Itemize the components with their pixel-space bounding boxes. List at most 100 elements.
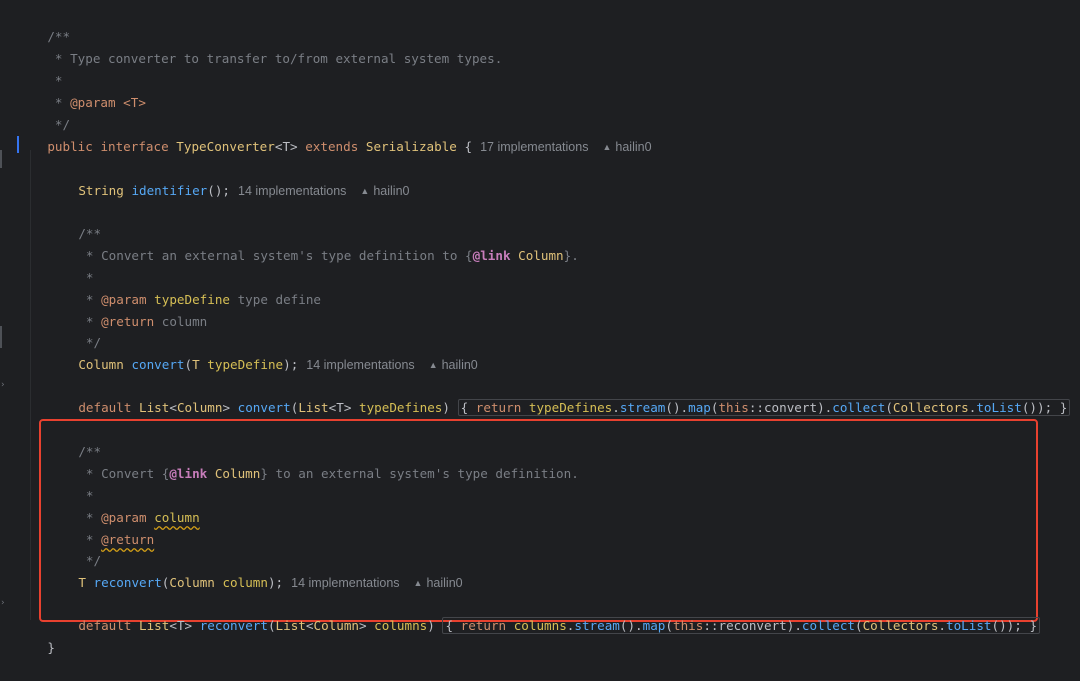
method-name[interactable]: stream xyxy=(620,400,666,415)
implementations-hint[interactable]: 14 implementations xyxy=(238,184,346,198)
code-line: * Type converter to transfer to/from ext… xyxy=(17,26,502,66)
implementations-hint[interactable]: 14 implementations xyxy=(306,358,414,372)
punctuation: ). xyxy=(786,618,802,633)
code-line: * xyxy=(48,463,94,503)
author-hint[interactable]: ▲ hailin0 xyxy=(429,358,478,372)
chevron-right-icon[interactable]: › xyxy=(1,598,5,608)
keyword: default xyxy=(78,618,132,633)
type-name[interactable]: List xyxy=(276,618,306,633)
generic-param: <T> xyxy=(274,139,298,154)
author-hint[interactable]: ▲ hailin0 xyxy=(414,576,463,590)
interface-name[interactable]: TypeConverter xyxy=(176,139,275,154)
parameter-name: typeDefine xyxy=(199,357,284,372)
punctuation: ( xyxy=(267,618,276,633)
punctuation: ( xyxy=(854,618,863,633)
implementations-hint[interactable]: 17 implementations xyxy=(480,140,588,154)
gutter-marker xyxy=(0,326,2,348)
keyword: return xyxy=(460,618,507,633)
method-name[interactable]: toList xyxy=(976,400,1022,415)
punctuation: ) xyxy=(442,400,450,415)
generic-param: <T> xyxy=(328,400,352,415)
chevron-right-icon[interactable]: › xyxy=(1,380,5,390)
type-name[interactable]: List xyxy=(139,618,169,633)
type-name[interactable]: Collectors xyxy=(893,400,969,415)
gutter-marker xyxy=(0,150,2,168)
code-line: * Convert an external system's type defi… xyxy=(48,223,579,263)
type-name[interactable]: Column xyxy=(78,357,124,372)
javadoc-tag: @return xyxy=(101,314,155,329)
javadoc-link-target[interactable]: Column xyxy=(207,466,261,481)
punctuation: > xyxy=(358,618,367,633)
code-line: */ xyxy=(17,92,70,132)
punctuation: ); xyxy=(267,575,284,590)
method-name[interactable]: identifier xyxy=(131,183,207,198)
comment: * Convert an external system's type defi… xyxy=(78,248,466,263)
code-line: */ xyxy=(48,528,101,568)
person-icon: ▲ xyxy=(602,142,612,152)
variable-name: typeDefines xyxy=(521,400,613,415)
punctuation: > xyxy=(222,400,231,415)
comment: } xyxy=(260,466,268,481)
punctuation: < xyxy=(169,400,177,415)
javadoc-tag: @param xyxy=(70,95,116,110)
type-name: T xyxy=(78,575,86,590)
method-name[interactable]: reconvert xyxy=(94,575,162,590)
comment: . xyxy=(571,248,579,263)
author-hint[interactable]: ▲ hailin0 xyxy=(360,184,409,198)
method-name[interactable]: convert xyxy=(238,400,291,415)
punctuation: (). xyxy=(619,618,643,633)
method-name[interactable]: map xyxy=(643,618,666,633)
person-icon: ▲ xyxy=(413,578,423,588)
punctuation: (). xyxy=(665,400,689,415)
code-line: default List<T> reconvert(List<Column> c… xyxy=(48,593,1041,634)
type-name: T xyxy=(192,357,200,372)
generic-param: <T> xyxy=(169,618,193,633)
keyword: public xyxy=(47,139,93,154)
implementations-hint[interactable]: 14 implementations xyxy=(291,576,399,590)
type-name[interactable]: Serializable xyxy=(366,139,457,154)
punctuation: ()); xyxy=(991,618,1022,633)
punctuation: { xyxy=(445,618,454,633)
folded-body[interactable]: { return typeDefines.stream().map (this::… xyxy=(457,399,1071,416)
code-line: } xyxy=(17,615,55,655)
type-name[interactable]: Column xyxy=(313,618,359,633)
folded-body[interactable]: { return columns.stream().map(this::reco… xyxy=(442,617,1041,634)
method-name[interactable]: collect xyxy=(832,400,885,415)
keyword: interface xyxy=(100,139,169,154)
code-line: /** xyxy=(48,201,101,241)
punctuation: . xyxy=(612,400,620,415)
method-name[interactable]: stream xyxy=(574,618,620,633)
punctuation: ( xyxy=(665,618,673,633)
parameter-name: columns xyxy=(366,618,428,633)
code-line: /** xyxy=(48,419,101,459)
type-name[interactable]: List xyxy=(298,400,328,415)
author-hint[interactable]: ▲ hailin0 xyxy=(602,140,651,154)
method-reference: ::reconvert xyxy=(703,618,787,633)
type-name[interactable]: List xyxy=(139,400,169,415)
punctuation: (); xyxy=(207,183,231,198)
method-name[interactable]: toList xyxy=(946,618,992,633)
method-name[interactable]: map xyxy=(688,400,711,415)
code-line-interface: public interface TypeConverter<T> extend… xyxy=(17,114,651,154)
javadoc-link-target[interactable]: Column xyxy=(511,248,564,263)
comment: column xyxy=(154,314,208,329)
punctuation: ( xyxy=(885,400,893,415)
type-name[interactable]: Collectors xyxy=(863,618,939,633)
javadoc-link-tag: @link xyxy=(169,466,208,481)
keyword: extends xyxy=(305,139,359,154)
method-name[interactable]: reconvert xyxy=(200,618,268,633)
javadoc-tag-warning[interactable]: @return xyxy=(101,532,154,547)
javadoc-param-name-warning[interactable]: column xyxy=(154,510,200,525)
code-editor[interactable]: /** * Type converter to transfer to/from… xyxy=(0,0,1080,655)
code-line: * @return column xyxy=(48,289,207,329)
code-line: * xyxy=(17,48,63,88)
type-name[interactable]: Column xyxy=(169,575,215,590)
punctuation: ). xyxy=(817,400,833,415)
method-name[interactable]: convert xyxy=(131,357,184,372)
keyword: this xyxy=(718,400,749,415)
method-name[interactable]: collect xyxy=(802,618,855,633)
punctuation: . xyxy=(938,618,946,633)
type-name[interactable]: Column xyxy=(177,400,223,415)
type-name[interactable]: String xyxy=(78,183,124,198)
code-line: Column convert(T typeDefine); 14 implemen… xyxy=(48,332,477,372)
